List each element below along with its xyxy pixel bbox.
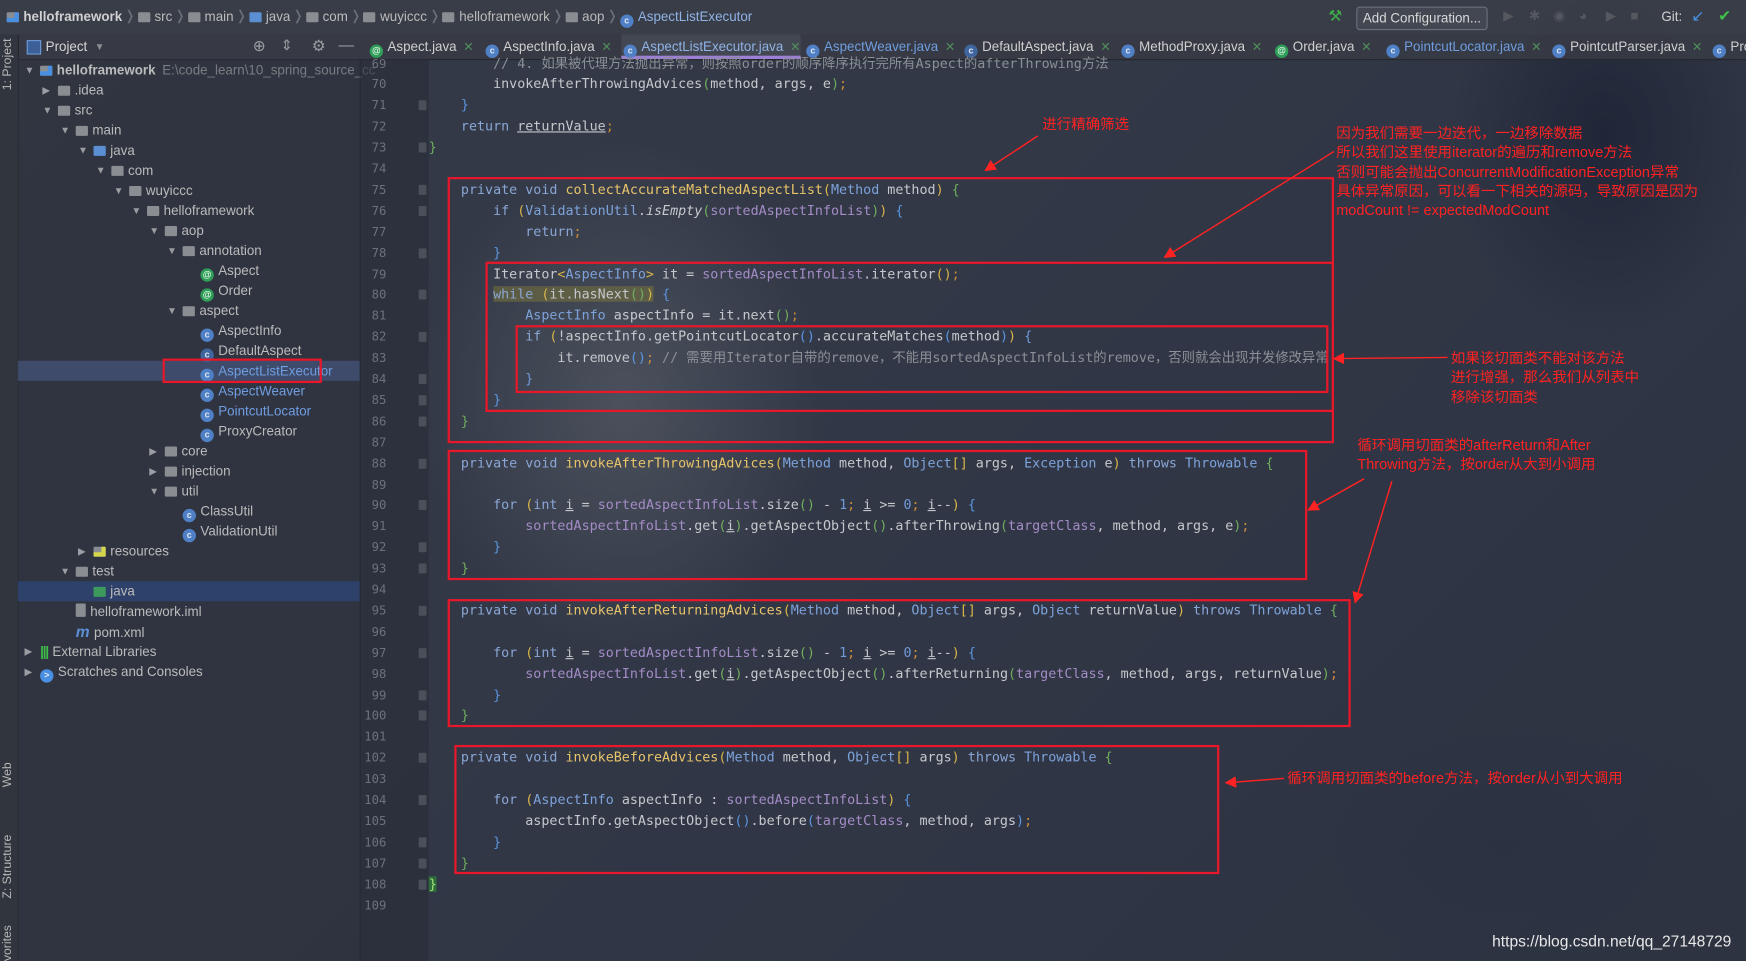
arrow-iterator-note [1163, 150, 1335, 258]
arrow-after-returning [1352, 480, 1393, 604]
arrow-precise-filter [984, 135, 1039, 172]
watermark: https://blog.csdn.net/qq_27148729 [1492, 932, 1732, 950]
ide-window: helloframework ❭ src ❭ main ❭ java ❭ com ❭ wuyiccc… [0, 0, 1746, 961]
arrow-remove-note [1332, 352, 1448, 365]
arrow-before [1224, 776, 1284, 788]
annotation-arrows [984, 135, 1448, 788]
arrow-after-throwing [1307, 478, 1365, 511]
